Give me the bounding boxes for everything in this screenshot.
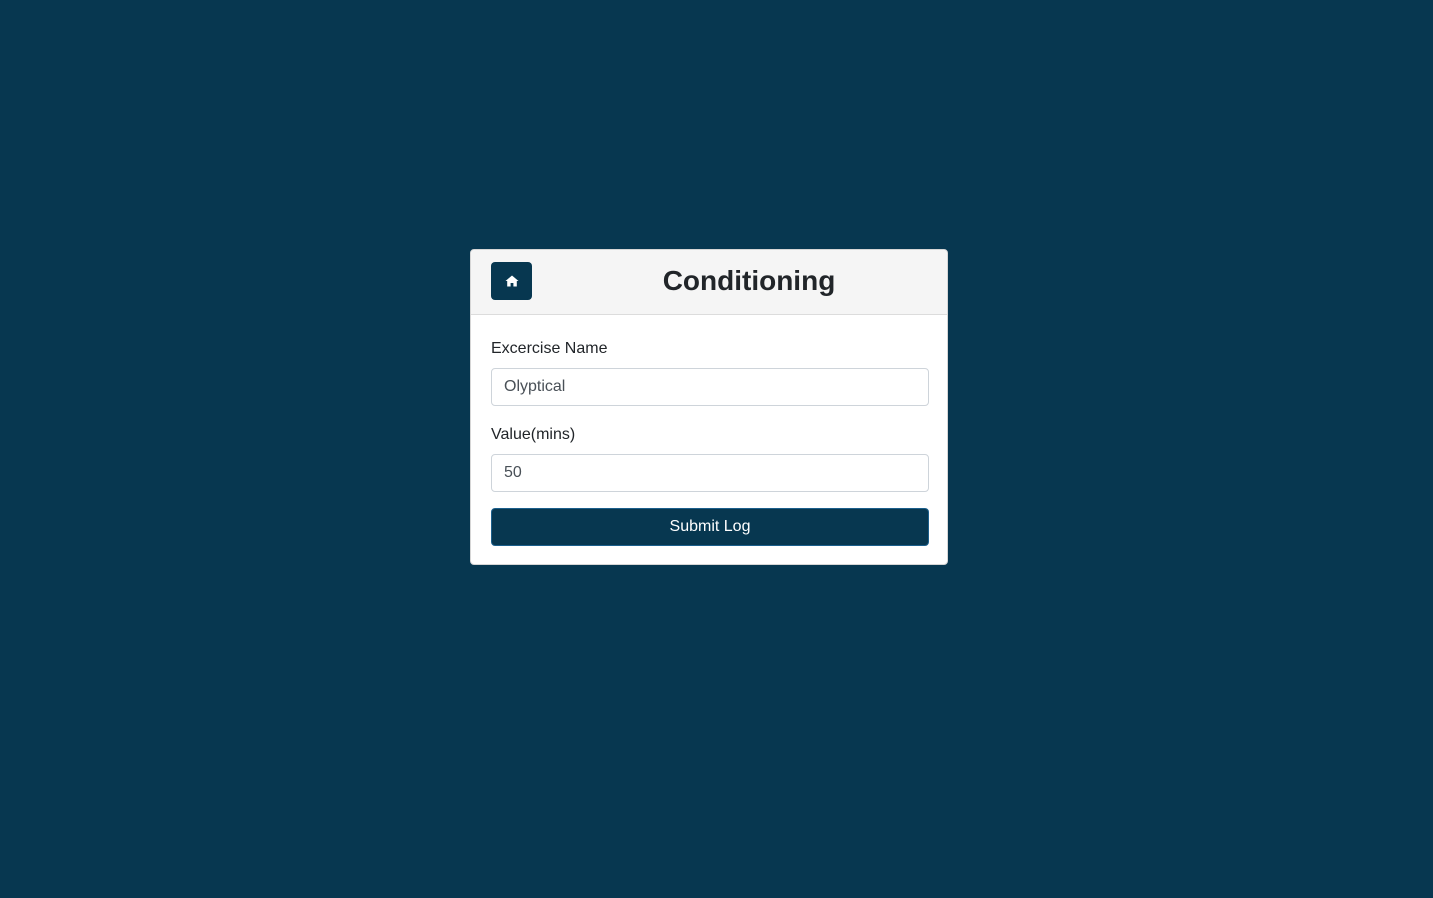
submit-log-button[interactable]: Submit Log [491, 508, 929, 546]
exercise-name-label: Excercise Name [491, 340, 608, 357]
card-header: Conditioning [471, 250, 947, 315]
page-title: Conditioning [662, 265, 836, 296]
conditioning-card: Conditioning Excercise Name Value(mins) … [470, 249, 948, 565]
home-icon [505, 275, 519, 287]
exercise-name-input[interactable] [491, 368, 929, 406]
value-mins-label: Value(mins) [491, 426, 576, 443]
value-mins-input[interactable] [491, 454, 929, 492]
home-button[interactable] [491, 262, 532, 300]
